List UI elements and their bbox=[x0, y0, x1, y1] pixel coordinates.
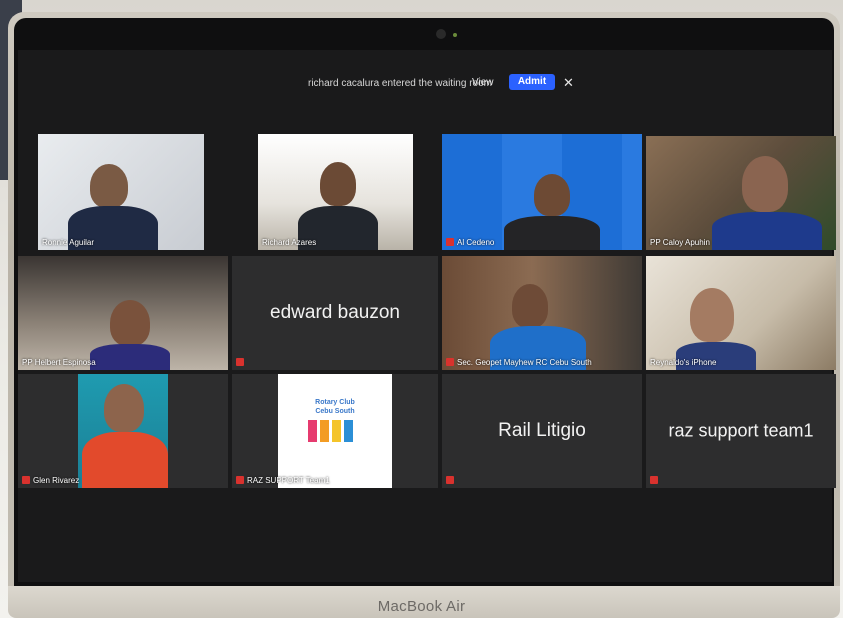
participant-shirt bbox=[504, 216, 600, 250]
participant-name-wrap: Al Cedeno bbox=[446, 238, 494, 247]
participant-face bbox=[742, 156, 788, 212]
participant-name: Sec. Geopet Mayhew RC Cebu South bbox=[457, 358, 592, 367]
participant-tile[interactable]: PP Helbert Espinosa bbox=[18, 256, 228, 370]
participant-tile[interactable]: Reynaldo's iPhone bbox=[646, 256, 836, 370]
participant-tile[interactable]: Rotary Club Cebu South RAZ SUPPORT Team1 bbox=[232, 374, 438, 488]
rotary-card-line2: Cebu South bbox=[315, 408, 355, 415]
participant-face bbox=[90, 164, 128, 208]
participant-face bbox=[320, 162, 356, 206]
participant-shirt bbox=[712, 212, 822, 250]
waiting-room-notice: richard cacalura entered the waiting roo… bbox=[18, 74, 832, 94]
participant-name: PP Caloy Apuhin bbox=[650, 238, 710, 247]
participant-name: Al Cedeno bbox=[457, 238, 495, 247]
participant-face bbox=[512, 284, 548, 328]
participant-name-large: Rail Litigio bbox=[498, 420, 586, 441]
participant-tile[interactable]: Ronnie Aguilar bbox=[38, 134, 204, 250]
mic-muted-icon bbox=[446, 238, 454, 246]
participant-face bbox=[690, 288, 734, 342]
webcam-icon bbox=[436, 29, 446, 39]
participant-face bbox=[104, 384, 144, 432]
laptop-brand: MacBook Air bbox=[377, 598, 466, 615]
participant-shirt bbox=[82, 432, 168, 488]
mic-muted-icon bbox=[650, 476, 658, 484]
participant-tile-no-video[interactable]: raz support team1 bbox=[646, 374, 836, 488]
participant-tile[interactable]: Sec. Geopet Mayhew RC Cebu South bbox=[442, 256, 642, 370]
participant-name-large: raz support team1 bbox=[668, 420, 814, 441]
rotary-club-logo: Rotary Club Cebu South bbox=[278, 374, 392, 488]
participant-tile[interactable]: Glen Rivarez bbox=[18, 374, 228, 488]
participant-name: PP Helbert Espinosa bbox=[22, 358, 96, 367]
participant-name: Reynaldo's iPhone bbox=[650, 358, 717, 367]
participant-tile-active-speaker[interactable]: PP Caloy Apuhin bbox=[646, 136, 836, 250]
participant-face bbox=[110, 300, 150, 346]
participant-tile-no-video[interactable]: Rail Litigio bbox=[442, 374, 642, 488]
webcam-led bbox=[453, 33, 457, 37]
participant-name: Glen Rivarez bbox=[33, 476, 80, 485]
admit-button[interactable]: Admit bbox=[509, 74, 555, 90]
participant-name-wrap: Glen Rivarez bbox=[22, 476, 79, 485]
participant-tile[interactable]: Richard Azares bbox=[258, 134, 413, 250]
participant-name-wrap: RAZ SUPPORT Team1 bbox=[236, 476, 330, 485]
participant-shirt bbox=[90, 344, 170, 370]
mic-muted-icon bbox=[236, 476, 244, 484]
rotary-color-bars bbox=[308, 420, 356, 447]
zoom-gallery-view: richard cacalura entered the waiting roo… bbox=[18, 50, 836, 582]
participant-name-wrap: Sec. Geopet Mayhew RC Cebu South bbox=[446, 358, 592, 367]
participant-tile-no-video[interactable]: edward bauzon bbox=[232, 256, 438, 370]
waiting-room-text: richard cacalura entered the waiting roo… bbox=[308, 78, 492, 89]
participant-name: RAZ SUPPORT Team1 bbox=[247, 476, 330, 485]
mic-muted-icon bbox=[446, 358, 454, 366]
participant-name-large: edward bauzon bbox=[270, 302, 400, 323]
mic-muted-icon bbox=[236, 358, 244, 366]
close-icon[interactable]: ✕ bbox=[563, 75, 574, 91]
view-button[interactable]: View bbox=[472, 77, 494, 88]
participant-face bbox=[534, 174, 570, 216]
rotary-card-line1: Rotary Club bbox=[315, 399, 355, 406]
participant-name: Richard Azares bbox=[262, 238, 317, 247]
mic-muted-icon bbox=[446, 476, 454, 484]
mic-muted-icon bbox=[22, 476, 30, 484]
participant-tile[interactable]: Al Cedeno bbox=[442, 134, 642, 250]
participant-name: Ronnie Aguilar bbox=[42, 238, 95, 247]
